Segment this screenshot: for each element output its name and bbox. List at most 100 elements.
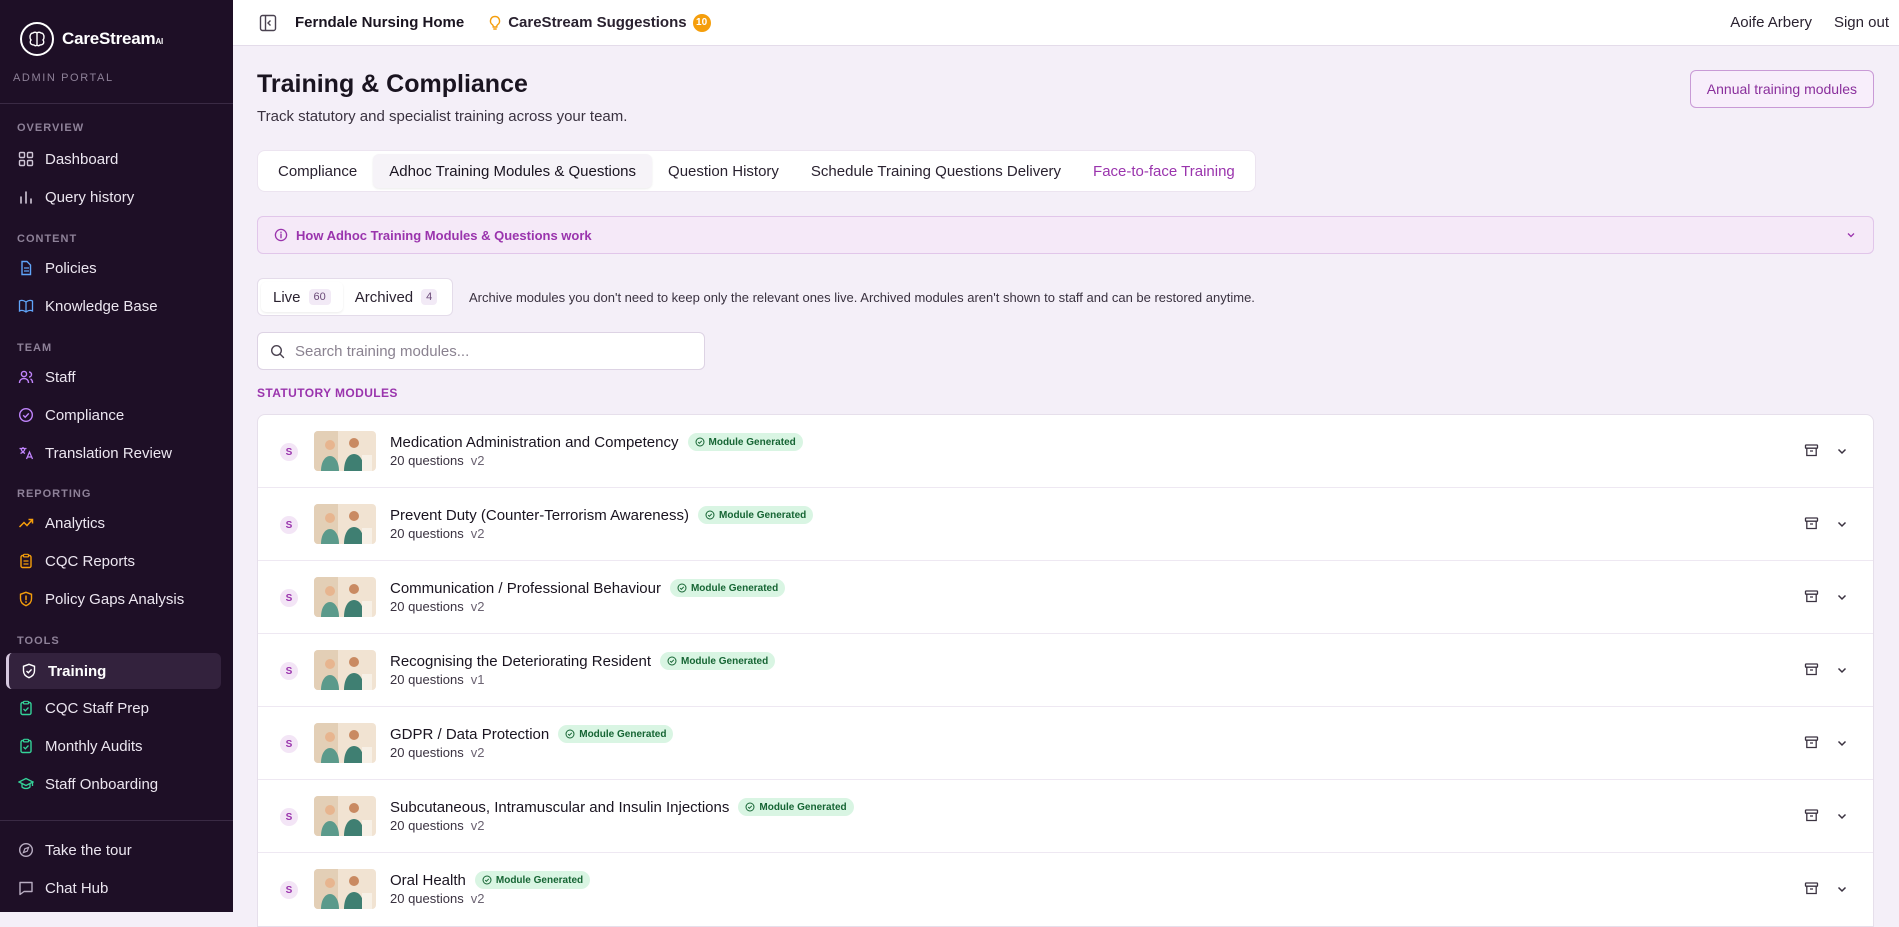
archive-icon[interactable] (1804, 443, 1819, 458)
archive-icon[interactable] (1804, 808, 1819, 823)
sidebar-item-query-history[interactable]: Query history (6, 179, 221, 215)
statutory-type-badge: S (280, 808, 298, 826)
sidebar-item-policy-gaps-analysis[interactable]: Policy Gaps Analysis (6, 581, 221, 617)
module-question-count: 20 questions (390, 599, 464, 614)
check-circle-icon (745, 802, 755, 812)
module-row[interactable]: S Medication Administration and Competen… (258, 415, 1873, 488)
archive-icon[interactable] (1804, 881, 1819, 896)
chevron-down-icon[interactable] (1835, 882, 1849, 896)
sidebar-item-label: Take the tour (45, 841, 132, 859)
translate-icon (19, 447, 34, 460)
module-row[interactable]: S Subcutaneous, Intramuscular and Insuli… (258, 780, 1873, 853)
brand-name: CareStreamAI (62, 29, 163, 49)
module-version: v2 (470, 526, 485, 541)
sidebar-item-chat-hub[interactable]: Chat Hub (6, 870, 221, 906)
live-tab[interactable]: Live 60 (261, 282, 343, 312)
graduation-cap-icon (18, 777, 34, 790)
module-row[interactable]: S Communication / Professional Behaviour… (258, 561, 1873, 634)
check-circle-icon (482, 875, 492, 885)
module-meta: 20 questions v2 (390, 891, 484, 906)
archived-tab[interactable]: Archived 4 (343, 282, 449, 312)
archive-icon[interactable] (1804, 589, 1819, 604)
sidebar-item-training[interactable]: Training (6, 653, 221, 689)
shield-alert-icon (19, 591, 33, 607)
suggestions-count-badge: 10 (692, 13, 711, 32)
chevron-down-icon[interactable] (1835, 517, 1849, 531)
bar-chart-icon (20, 191, 32, 204)
sidebar-toggle-icon[interactable] (259, 14, 277, 32)
tab-question-history[interactable]: Question History (652, 154, 795, 188)
module-list: S Medication Administration and Competen… (257, 414, 1874, 927)
module-meta: 20 questions v2 (390, 818, 484, 833)
suggestions-button[interactable]: CareStream Suggestions 10 (488, 13, 711, 32)
user-name[interactable]: Aoife Arbery (1730, 14, 1812, 31)
grid-icon (18, 151, 34, 167)
shield-check-icon (22, 663, 36, 679)
sidebar-item-staff[interactable]: Staff (6, 359, 221, 395)
tab-compliance[interactable]: Compliance (262, 154, 373, 188)
chevron-down-icon (1847, 233, 1855, 238)
module-thumbnail-image (314, 650, 376, 690)
sign-out-link[interactable]: Sign out (1834, 14, 1889, 31)
row-actions (1804, 881, 1849, 896)
brain-logo-icon (20, 22, 54, 56)
row-actions (1804, 516, 1849, 531)
sidebar-item-compliance[interactable]: Compliance (6, 397, 221, 433)
module-row[interactable]: S Prevent Duty (Counter-Terrorism Awaren… (258, 488, 1873, 561)
module-version: v2 (470, 453, 485, 468)
check-circle-icon (667, 656, 677, 666)
module-generated-badge: Module Generated (659, 652, 776, 670)
sidebar-divider (0, 820, 233, 821)
module-version: v2 (470, 818, 485, 833)
howto-accordion[interactable]: How Adhoc Training Modules & Questions w… (257, 216, 1874, 254)
sidebar-item-cqc-staff-prep[interactable]: CQC Staff Prep (6, 690, 221, 726)
archived-count: 4 (421, 289, 438, 305)
module-generated-badge: Module Generated (698, 506, 814, 524)
module-row[interactable]: S GDPR / Data Protection Module Generate… (258, 707, 1873, 780)
statutory-type-badge: S (280, 881, 298, 899)
sidebar-item-translation-review[interactable]: Translation Review (6, 435, 221, 471)
main-content: Training & Compliance Track statutory an… (233, 46, 1899, 927)
org-name[interactable]: Ferndale Nursing Home (295, 14, 464, 31)
sidebar-item-monthly-audits[interactable]: Monthly Audits (6, 728, 221, 764)
search-box (257, 332, 705, 370)
chevron-down-icon[interactable] (1835, 809, 1849, 823)
chevron-down-icon[interactable] (1835, 590, 1849, 604)
portal-label: ADMIN PORTAL (0, 58, 233, 104)
brand[interactable]: CareStreamAI (0, 0, 233, 58)
tab-schedule-delivery[interactable]: Schedule Training Questions Delivery (795, 154, 1077, 188)
tab-adhoc-training-modules[interactable]: Adhoc Training Modules & Questions (373, 154, 653, 188)
sidebar-item-analytics[interactable]: Analytics (6, 505, 221, 541)
page-subtitle: Track statutory and specialist training … (257, 108, 628, 125)
archive-icon[interactable] (1804, 516, 1819, 531)
tab-face-to-face-training[interactable]: Face-to-face Training (1077, 154, 1251, 188)
module-question-count: 20 questions (390, 526, 464, 541)
chevron-down-icon[interactable] (1835, 663, 1849, 677)
sidebar-item-policies[interactable]: Policies (6, 250, 221, 286)
sidebar-item-label: Translation Review (45, 444, 172, 462)
module-meta: 20 questions v2 (390, 745, 484, 760)
annual-training-modules-button[interactable]: Annual training modules (1689, 70, 1874, 108)
module-title: Subcutaneous, Intramuscular and Insulin … (390, 798, 730, 816)
live-label: Live (273, 288, 301, 306)
module-title-line: Oral Health Module Generated (390, 871, 591, 889)
sidebar-item-dashboard[interactable]: Dashboard (6, 141, 221, 177)
archive-icon[interactable] (1804, 735, 1819, 750)
row-actions (1804, 589, 1849, 604)
sidebar-item-label: Chat Hub (45, 879, 109, 897)
module-title-line: Medication Administration and Competency… (390, 433, 803, 451)
archive-icon[interactable] (1804, 662, 1819, 677)
module-row[interactable]: S Oral Health Module Generated 20 questi… (258, 853, 1873, 926)
statutory-type-badge: S (280, 735, 298, 753)
chevron-down-icon[interactable] (1835, 444, 1849, 458)
page-title: Training & Compliance (257, 70, 528, 98)
document-icon (21, 260, 32, 276)
module-row[interactable]: S Recognising the Deteriorating Resident… (258, 634, 1873, 707)
sidebar-item-staff-onboarding[interactable]: Staff Onboarding (6, 766, 221, 802)
chevron-down-icon[interactable] (1835, 736, 1849, 750)
sidebar-item-cqc-reports[interactable]: CQC Reports (6, 543, 221, 579)
sidebar-item-take-the-tour[interactable]: Take the tour (6, 832, 221, 868)
sidebar-item-knowledge-base[interactable]: Knowledge Base (6, 288, 221, 324)
search-input[interactable] (295, 342, 675, 360)
module-version: v2 (470, 745, 485, 760)
